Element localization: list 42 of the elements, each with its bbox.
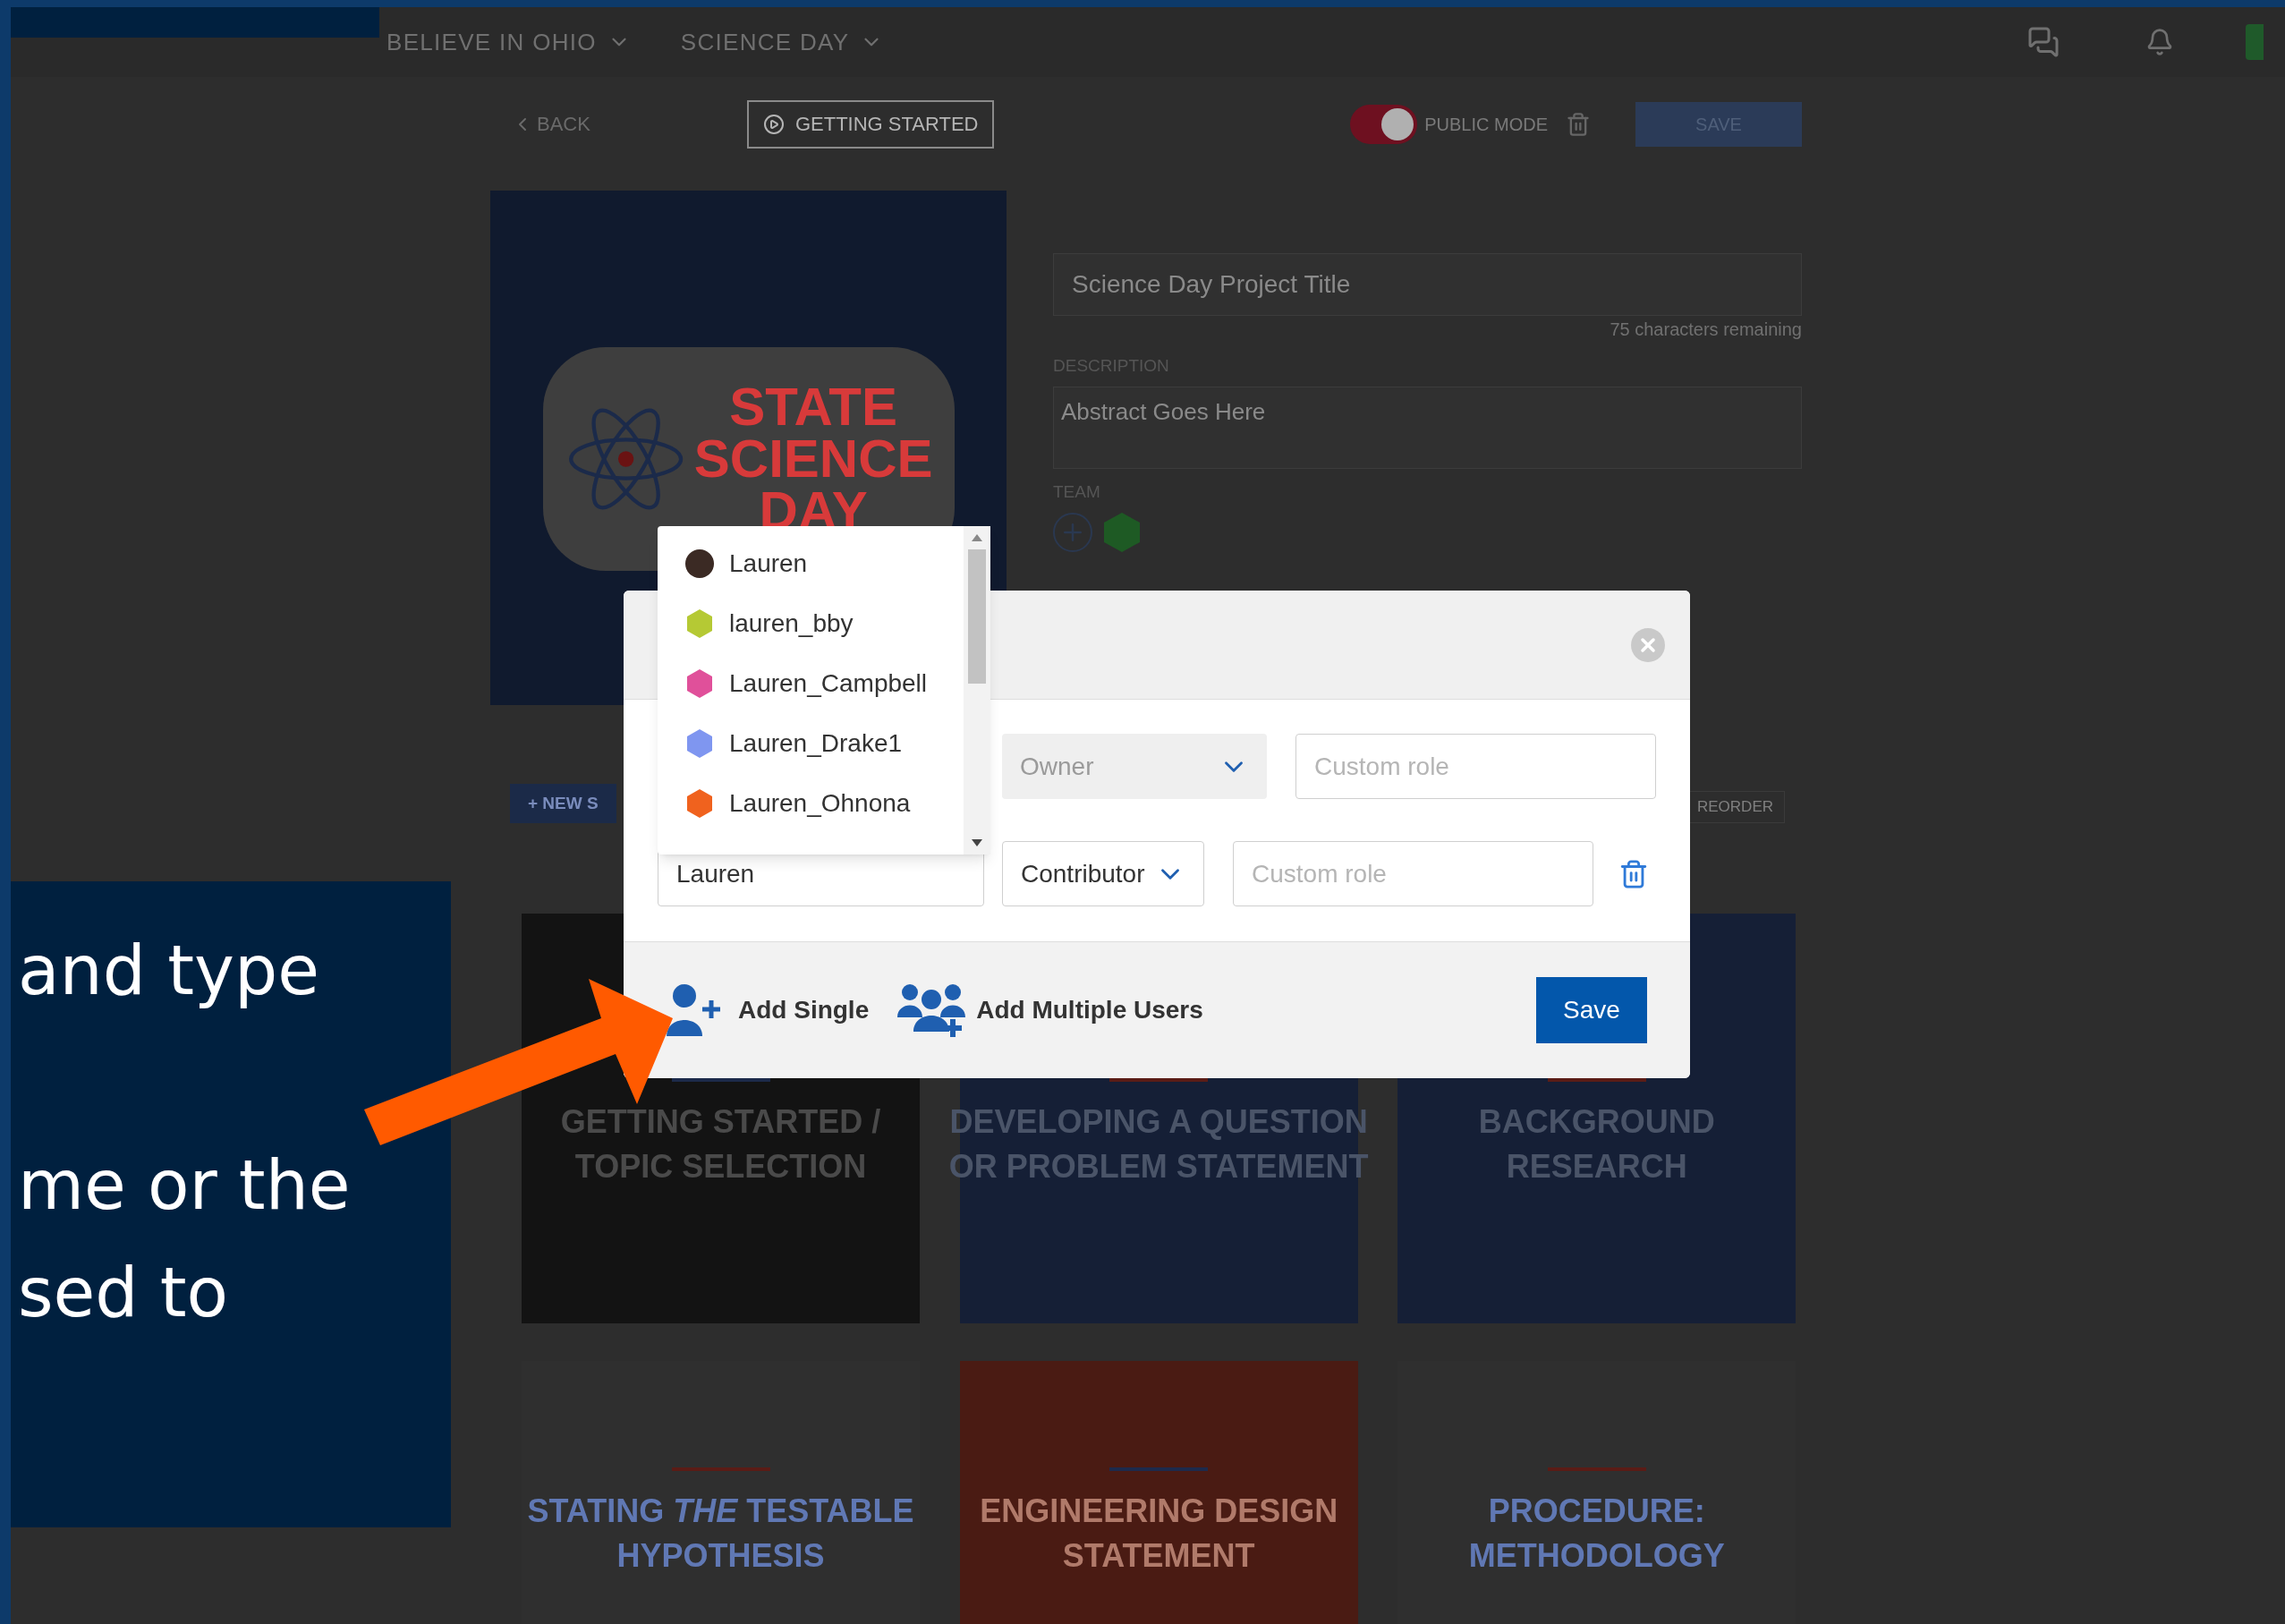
add-users-icon <box>897 982 966 1039</box>
scroll-up-icon[interactable] <box>971 533 983 542</box>
notification-icon[interactable] <box>2145 28 2174 56</box>
delete-icon[interactable] <box>1566 111 1591 137</box>
callout-text: me or the <box>18 1144 352 1227</box>
logo-text: SCIENCE <box>693 433 933 485</box>
suggestion-item[interactable]: Lauren_Drake1 <box>658 713 964 773</box>
card-title: HYPOTHESIS <box>616 1536 825 1576</box>
delete-icon[interactable] <box>1618 858 1649 889</box>
card-title: STATEMENT <box>1062 1536 1255 1576</box>
getting-started-button[interactable]: GETTING STARTED <box>746 99 995 149</box>
suggestion-item[interactable]: Lauren_Ohnona <box>658 773 964 833</box>
card-title: ENGINEERING DESIGN <box>980 1492 1338 1531</box>
suggestion-item[interactable]: Lauren_Campbell <box>658 653 964 713</box>
description-field[interactable]: Abstract Goes Here <box>1053 386 1802 469</box>
role-select[interactable]: Contributor <box>1002 841 1204 906</box>
close-icon[interactable] <box>1631 627 1665 662</box>
card-title: METHODOLOGY <box>1468 1536 1725 1576</box>
suggestion-item[interactable]: lauren_bby <box>658 593 964 653</box>
custom-role-field[interactable]: Custom role <box>1233 841 1593 906</box>
logo-text: STATE <box>729 381 897 433</box>
scroll-down-icon[interactable] <box>971 838 983 847</box>
title-field[interactable]: Science Day Project Title <box>1053 253 1802 316</box>
nav-menu[interactable]: BELIEVE IN OHIO <box>386 24 631 60</box>
member-avatar-icon <box>1103 512 1141 553</box>
add-single-button[interactable]: Add Single <box>667 982 870 1038</box>
callout-text: and type <box>18 930 320 1012</box>
card-title: STATING THE TESTABLE <box>527 1492 914 1531</box>
public-mode-label: PUBLIC MODE <box>1424 113 1548 136</box>
back-link[interactable]: BACK <box>512 109 590 139</box>
step-card[interactable]: ENGINEERING DESIGN STATEMENT <box>959 1361 1358 1624</box>
character-counter: 75 characters remaining <box>1610 319 1802 341</box>
chat-icon[interactable] <box>2027 26 2060 58</box>
nav-menu[interactable]: SCIENCE DAY <box>680 24 884 60</box>
new-step-button[interactable]: + NEW S <box>510 784 616 823</box>
suggestion-item[interactable]: Lauren <box>658 533 964 593</box>
public-mode-toggle[interactable] <box>1350 104 1418 144</box>
play-icon <box>762 113 785 135</box>
callout-text: sed to <box>18 1252 230 1334</box>
save-button[interactable]: Save <box>1536 977 1647 1043</box>
scrollbar[interactable] <box>964 526 990 855</box>
card-title: PROCEDURE: <box>1488 1492 1705 1531</box>
